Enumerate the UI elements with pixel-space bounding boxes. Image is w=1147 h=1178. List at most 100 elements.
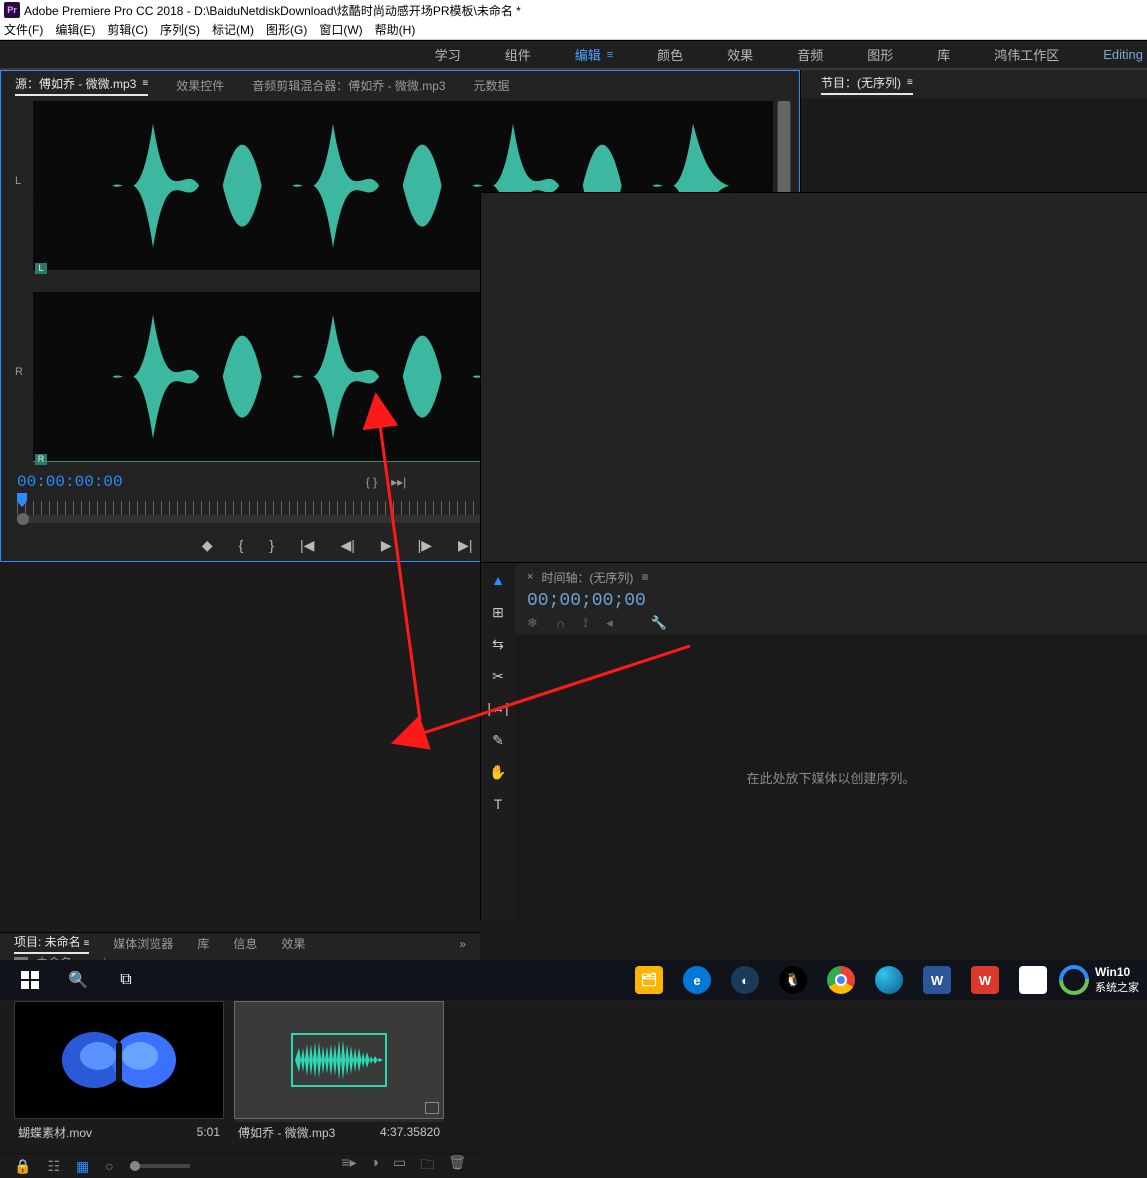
trash-icon[interactable]: 🗑 [448, 1154, 466, 1178]
ws-tab-color[interactable]: 颜色 [635, 41, 705, 68]
selection-tool[interactable]: ▲ [487, 571, 509, 589]
bin-name: 傅如乔 - 微微.mp3 [238, 1124, 335, 1141]
new-bin-footer-icon[interactable]: 🗀 [420, 1154, 434, 1178]
ws-tab-hongwei[interactable]: 鸿伟工作区 [972, 41, 1081, 68]
ws-tab-learn[interactable]: 学习 [413, 41, 483, 68]
step-forward-button[interactable]: |▶ [418, 537, 432, 554]
bin-thumbnail-video[interactable] [14, 1001, 224, 1119]
play-button[interactable]: ▶ [381, 537, 392, 554]
channel-tag-r: R [35, 454, 47, 465]
ws-tab-editing-en[interactable]: Editing [1081, 41, 1147, 68]
search-button[interactable]: 🔍 [56, 964, 100, 996]
find-icon[interactable]: ◑ [371, 1154, 379, 1178]
tl-close-icon[interactable]: × [527, 571, 533, 583]
channel-label-r: R [15, 366, 23, 378]
mark-out-button[interactable]: } [269, 537, 274, 553]
timeline-tab[interactable]: 时间轴：(无序列) [541, 569, 633, 586]
zoom-slider[interactable] [130, 1164, 190, 1168]
ws-tab-library[interactable]: 库 [915, 41, 972, 68]
fit-icon[interactable]: { } [366, 475, 377, 489]
list-view-icon[interactable]: ☷ [47, 1158, 60, 1175]
bin-item-audio[interactable]: 傅如乔 - 微微.mp3 4:37.35820 [234, 1001, 444, 1143]
bin-name: 蝴蝶素材.mov [18, 1124, 92, 1141]
ws-tab-editing[interactable]: 编辑 [553, 41, 635, 68]
tb-explorer[interactable]: 🗂 [627, 964, 671, 996]
tl-menu-icon[interactable]: ≡ [641, 570, 648, 584]
tb-browser[interactable]: ◐ [723, 964, 767, 996]
menu-graphics[interactable]: 图形(G) [266, 21, 307, 38]
razor-tool[interactable]: ✂ [487, 667, 509, 685]
tl-wrench-icon[interactable]: 🔧 [651, 615, 667, 631]
ripple-icon[interactable]: ▸▸| [391, 475, 406, 489]
tb-edge[interactable] [867, 964, 911, 996]
source-tab-effectcontrols[interactable]: 效果控件 [176, 77, 224, 94]
ws-tab-effects[interactable]: 效果 [705, 41, 775, 68]
channel-tag-l: L [35, 263, 47, 274]
ws-tab-graphics[interactable]: 图形 [845, 41, 915, 68]
pen-tool[interactable]: ✎ [487, 731, 509, 749]
menu-window[interactable]: 窗口(W) [319, 21, 362, 38]
drag-handle-icon[interactable] [425, 1102, 439, 1114]
timeline-panel-real: ▲ ⊞ ⇆ ✂ |↔| ✎ ✋ T × 时间轴：(无序列) ≡ 00;00;00… [480, 562, 1147, 920]
new-item-icon[interactable]: ▭ [393, 1154, 406, 1178]
task-view-button[interactable]: ⧉ [104, 964, 148, 996]
mark-in-button[interactable]: { [239, 537, 244, 553]
menu-help[interactable]: 帮助(H) [375, 21, 416, 38]
menu-sequence[interactable]: 序列(S) [160, 21, 200, 38]
menu-file[interactable]: 文件(F) [4, 21, 43, 38]
source-tab-source[interactable]: 源：傅如乔 - 微微.mp3≡ [15, 75, 148, 96]
ws-tab-audio[interactable]: 音频 [775, 41, 845, 68]
source-timecode-in[interactable]: 00:00:00:00 [17, 473, 123, 491]
source-tab-audiomixer[interactable]: 音频剪辑混合器：傅如乔 - 微微.mp3 [252, 77, 445, 94]
audio-waveform-icon [291, 1033, 387, 1087]
bin-duration: 5:01 [197, 1125, 220, 1139]
proj-tab-info[interactable]: 信息 [233, 935, 257, 952]
ripple-tool[interactable]: ⇆ [487, 635, 509, 653]
tb-app[interactable] [1011, 964, 1055, 996]
scrub-bar[interactable] [235, 1119, 443, 1122]
titlebar: Pr Adobe Premiere Pro CC 2018 - D:\Baidu… [0, 0, 1147, 20]
tb-word[interactable]: W [915, 964, 959, 996]
slip-tool[interactable]: |↔| [487, 699, 509, 717]
bin-thumbnail-audio[interactable] [234, 1001, 444, 1119]
freeform-icon[interactable]: ○ [105, 1158, 113, 1174]
proj-tab-mediabrowser[interactable]: 媒体浏览器 [113, 935, 173, 952]
lock-icon[interactable]: 🔒 [14, 1158, 31, 1175]
step-back-button[interactable]: ◀| [340, 537, 354, 554]
type-tool[interactable]: T [487, 795, 509, 813]
channel-label-l: L [15, 175, 21, 187]
marker-button[interactable]: ◆ [202, 537, 213, 554]
timeline-timecode[interactable]: 00;00;00;00 [515, 591, 1147, 611]
proj-tab-project[interactable]: 项目: 未命名 ≡ [14, 933, 89, 954]
program-tab[interactable]: 节目：(无序列)≡ [821, 74, 913, 95]
icon-view-icon[interactable]: ▦ [76, 1158, 89, 1175]
tb-chrome[interactable] [819, 964, 863, 996]
tb-qq[interactable]: 🐧 [771, 964, 815, 996]
snap-icon[interactable]: ❄ [527, 615, 538, 631]
win10-watermark: Win10 系统之家 [1059, 965, 1139, 995]
automate-icon[interactable]: ≡▸ [341, 1154, 356, 1178]
menu-clip[interactable]: 剪辑(C) [107, 21, 148, 38]
proj-tabs-more-icon[interactable]: » [459, 937, 466, 951]
bin-item-video[interactable]: 蝴蝶素材.mov 5:01 [14, 1001, 224, 1143]
menu-edit[interactable]: 编辑(E) [55, 21, 95, 38]
track-select-tool[interactable]: ⊞ [487, 603, 509, 621]
hand-tool[interactable]: ✋ [487, 763, 509, 781]
bin-duration: 4:37.35820 [380, 1125, 440, 1139]
proj-tab-effects[interactable]: 效果 [281, 935, 305, 952]
tl-settings-icon[interactable]: ◂ [606, 615, 613, 631]
go-to-out-button[interactable]: ▶| [458, 537, 472, 554]
tb-wps[interactable]: W [963, 964, 1007, 996]
go-to-in-button[interactable]: |◀ [300, 537, 314, 554]
butterfly-icon [54, 1020, 184, 1100]
tb-edge-legacy[interactable]: e [675, 964, 719, 996]
start-button[interactable] [8, 964, 52, 996]
source-tab-metadata[interactable]: 元数据 [474, 77, 510, 94]
ws-tab-components[interactable]: 组件 [483, 41, 553, 68]
linked-selection-icon[interactable]: ∩ [556, 616, 565, 631]
marker-tl-icon[interactable]: ⟟ [583, 615, 588, 631]
proj-tab-library[interactable]: 库 [197, 935, 209, 952]
timeline-drop-zone[interactable]: 在此处放下媒体以创建序列。 [515, 635, 1147, 920]
taskbar: 🔍 ⧉ 🗂 e ◐ 🐧 W W Win10 系统之家 [0, 960, 1147, 1000]
menu-marker[interactable]: 标记(M) [212, 21, 254, 38]
